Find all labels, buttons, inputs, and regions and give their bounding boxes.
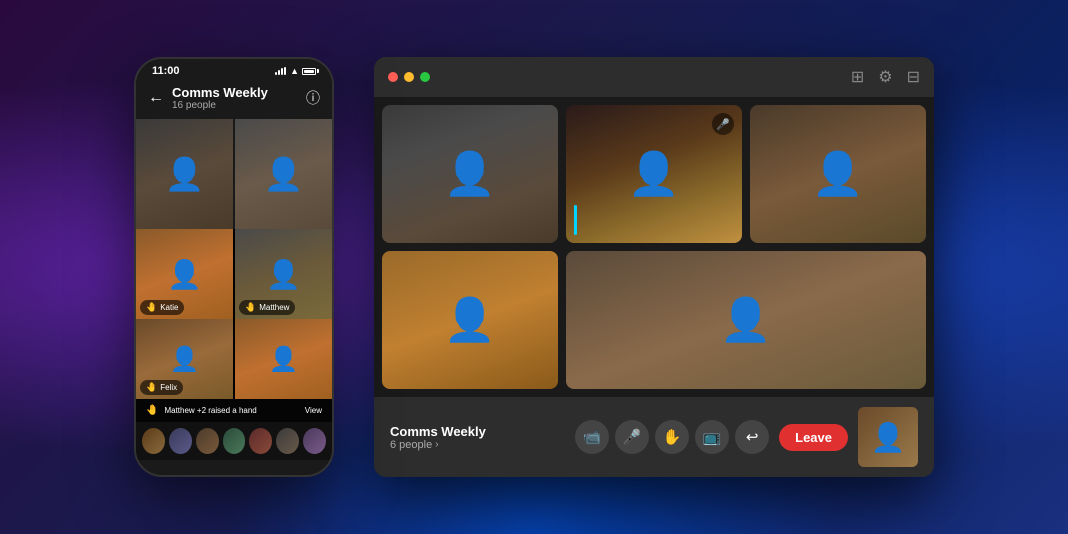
minimize-dot[interactable] bbox=[404, 72, 414, 82]
participant-name-felix: Felix bbox=[160, 383, 177, 392]
thumbnail-4 bbox=[223, 428, 246, 454]
phone-video-cell-4: 👤 🤚 Matthew bbox=[235, 229, 332, 319]
phone-mockup: 11:00 ▲ ← Comms Weekly 16 people bbox=[134, 57, 334, 477]
signal-icon bbox=[275, 67, 287, 75]
more-button[interactable]: ↩ bbox=[735, 420, 769, 454]
wifi-icon: ▲ bbox=[290, 66, 299, 76]
self-video-preview: 👤 bbox=[858, 407, 918, 467]
phone-status-bar: 11:00 ▲ bbox=[136, 59, 332, 81]
participant-name-badge-felix: 🤚 Felix bbox=[140, 380, 183, 395]
phone-participant-count: 16 people bbox=[172, 100, 298, 111]
desktop-meeting-name: Comms Weekly bbox=[390, 424, 565, 439]
phone-video-cell-1: 👤 bbox=[136, 119, 233, 229]
desktop-participant-count: 6 people bbox=[390, 439, 432, 451]
participant-name-badge-matthew: 🤚 Matthew bbox=[239, 300, 295, 315]
battery-icon bbox=[302, 68, 316, 75]
phone-top-videos: 👤 👤 bbox=[136, 119, 332, 229]
desktop-video-5: 👤 bbox=[566, 251, 926, 389]
hand-raised-icon-matthew: 🤚 bbox=[245, 302, 256, 313]
raised-hand-bar: 🤚 Matthew +2 raised a hand View bbox=[136, 399, 332, 422]
thumbnail-6 bbox=[276, 428, 299, 454]
layout-icon[interactable]: ⊟ bbox=[907, 67, 920, 87]
info-button[interactable]: ⓘ bbox=[306, 88, 320, 108]
phone-header: ← Comms Weekly 16 people ⓘ bbox=[136, 81, 332, 119]
phone-video-cell-6: 👤 bbox=[235, 319, 332, 399]
raise-hand-button[interactable]: ✋ bbox=[655, 420, 689, 454]
view-button[interactable]: View bbox=[305, 406, 322, 415]
phone-thumbnails bbox=[136, 422, 332, 460]
phone-meeting-title: Comms Weekly bbox=[172, 85, 298, 100]
thumbnail-3 bbox=[196, 428, 219, 454]
thumbnail-1 bbox=[142, 428, 165, 454]
hand-raised-icon: 🤚 bbox=[146, 302, 157, 313]
desktop-video-3: 👤 bbox=[750, 105, 926, 243]
phone-middle-videos: 👤 🤚 Katie 👤 🤚 Matthew bbox=[136, 229, 332, 319]
speaking-indicator bbox=[574, 205, 577, 235]
apps-icon[interactable]: ⊞ bbox=[851, 67, 864, 87]
thumbnail-5 bbox=[249, 428, 272, 454]
back-button[interactable]: ← bbox=[148, 89, 164, 107]
phone-time: 11:00 bbox=[152, 65, 180, 77]
participant-name-katie: Katie bbox=[160, 303, 178, 312]
desktop-video-grid: 👤 👤 🎤 👤 👤 👤 bbox=[374, 97, 934, 397]
desktop-video-1: 👤 bbox=[382, 105, 558, 243]
window-title-bar: ⊞ ⚙ ⊟ bbox=[374, 57, 934, 97]
phone-video-cell-5: 👤 🤚 Felix bbox=[136, 319, 233, 399]
settings-icon[interactable]: ⚙ bbox=[878, 67, 892, 87]
phone-bottom-videos: 👤 🤚 Felix 👤 bbox=[136, 319, 332, 399]
phone-video-cell-2: 👤 bbox=[235, 119, 332, 229]
mic-active-badge: 🎤 bbox=[712, 113, 734, 135]
mic-button[interactable]: 🎤 bbox=[615, 420, 649, 454]
content-wrapper: 11:00 ▲ ← Comms Weekly 16 people bbox=[0, 0, 1068, 534]
screen-share-button[interactable]: 📺 bbox=[695, 420, 729, 454]
leave-button[interactable]: Leave bbox=[779, 424, 848, 451]
participant-name-badge-katie: 🤚 Katie bbox=[140, 300, 184, 315]
desktop-bottom-bar: Comms Weekly 6 people › 📹 🎤 ✋ 📺 ↩ Leave … bbox=[374, 397, 934, 477]
close-dot[interactable] bbox=[388, 72, 398, 82]
desktop-video-2: 👤 🎤 bbox=[566, 105, 742, 243]
desktop-window: ⊞ ⚙ ⊟ 👤 👤 🎤 👤 👤 bbox=[374, 57, 934, 477]
traffic-lights bbox=[388, 72, 430, 82]
phone-video-cell-3: 👤 🤚 Katie bbox=[136, 229, 233, 319]
maximize-dot[interactable] bbox=[420, 72, 430, 82]
chevron-right-icon[interactable]: › bbox=[435, 439, 438, 450]
raised-hand-text: Matthew +2 raised a hand bbox=[164, 406, 298, 415]
phone-status-icons: ▲ bbox=[275, 66, 316, 76]
thumbnail-7 bbox=[303, 428, 326, 454]
meeting-info: Comms Weekly 6 people › bbox=[390, 424, 565, 451]
window-controls: ⊞ ⚙ ⊟ bbox=[851, 67, 920, 87]
thumbnail-2 bbox=[169, 428, 192, 454]
participant-name-matthew: Matthew bbox=[259, 303, 289, 312]
desktop-controls: 📹 🎤 ✋ 📺 ↩ bbox=[575, 420, 769, 454]
phone-title-section: Comms Weekly 16 people bbox=[172, 85, 298, 111]
desktop-video-4: 👤 bbox=[382, 251, 558, 389]
camera-button[interactable]: 📹 bbox=[575, 420, 609, 454]
hand-raised-icon-felix: 🤚 bbox=[146, 382, 157, 393]
